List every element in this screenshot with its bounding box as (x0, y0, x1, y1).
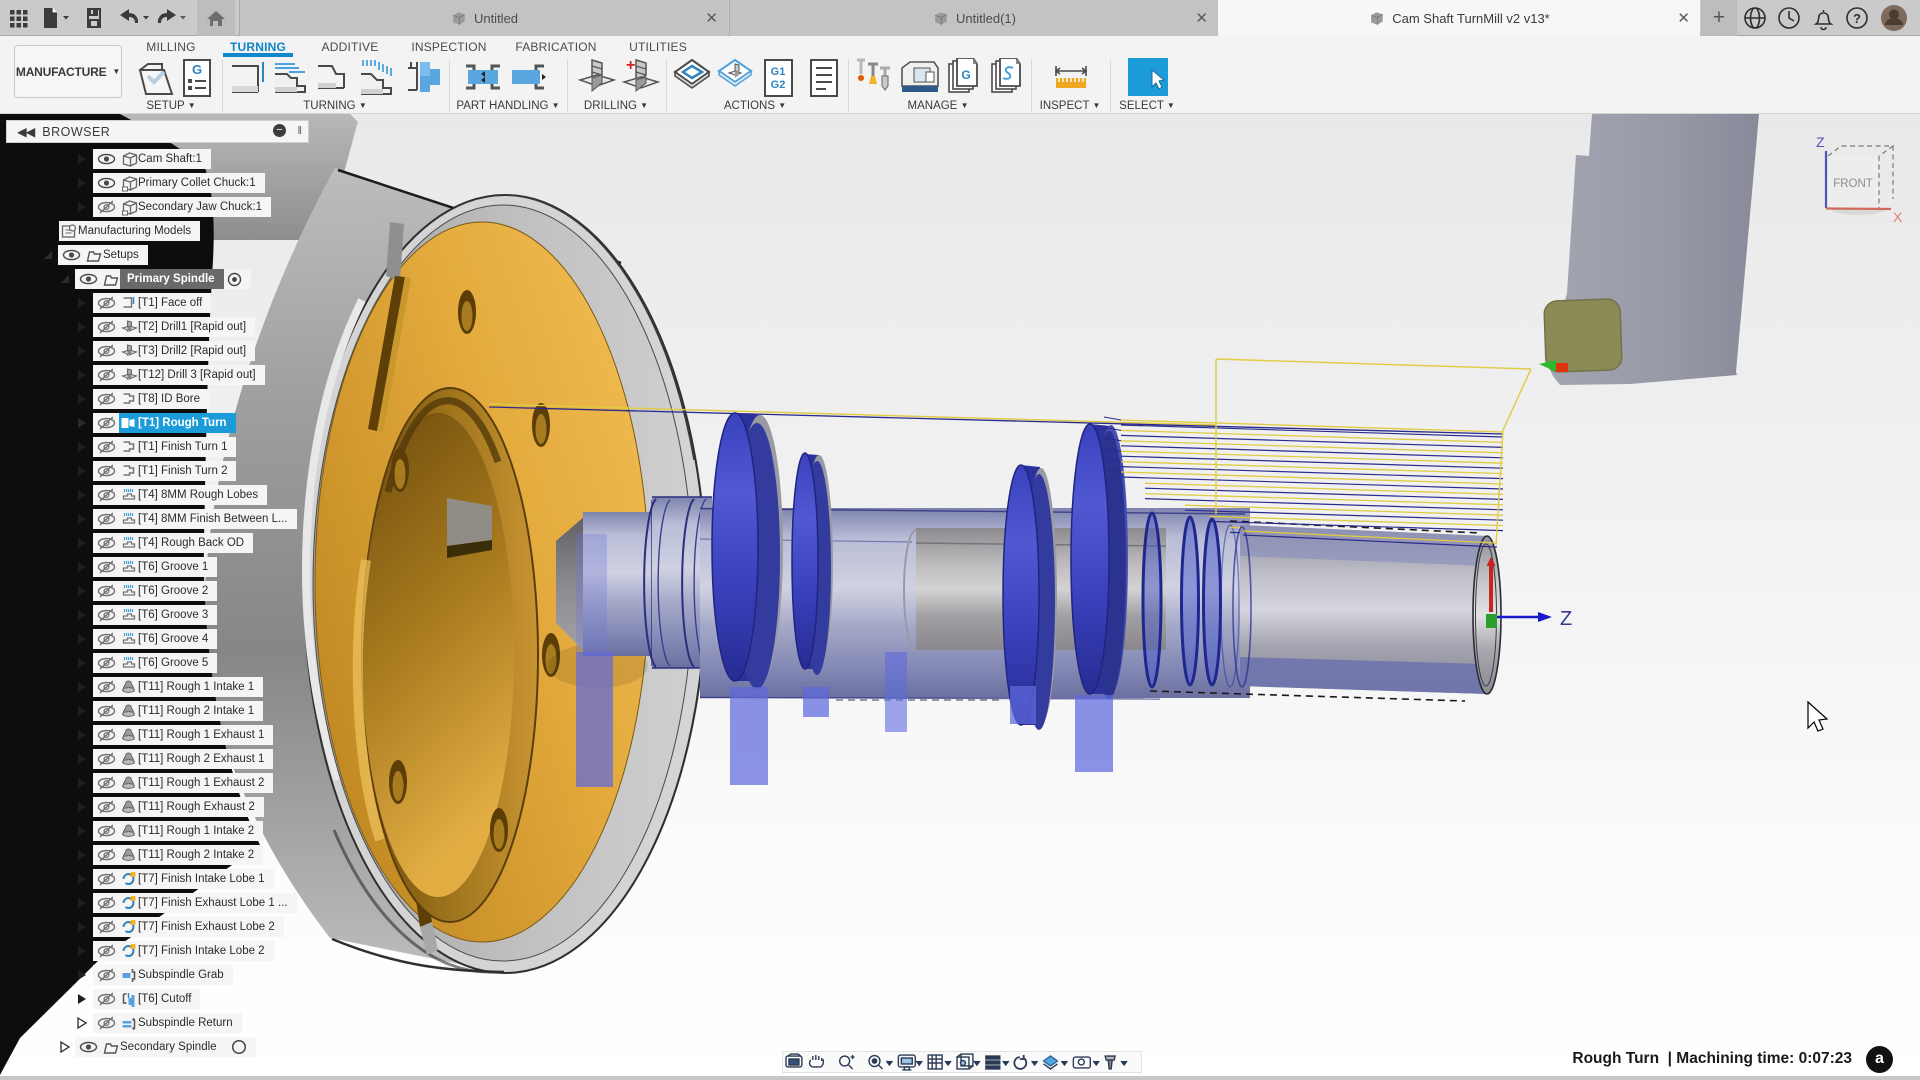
svg-text:FRONT: FRONT (1833, 178, 1873, 190)
svg-text:+: + (626, 58, 635, 74)
svg-text:Z: Z (1560, 608, 1572, 630)
svg-text:X: X (1893, 209, 1903, 225)
svg-text:G: G (192, 62, 202, 77)
svg-text:Z: Z (1816, 134, 1825, 150)
svg-text:?: ? (1853, 11, 1861, 26)
svg-text:G2: G2 (771, 79, 786, 91)
svg-text:G: G (961, 68, 970, 82)
svg-text:G1: G1 (771, 66, 786, 78)
